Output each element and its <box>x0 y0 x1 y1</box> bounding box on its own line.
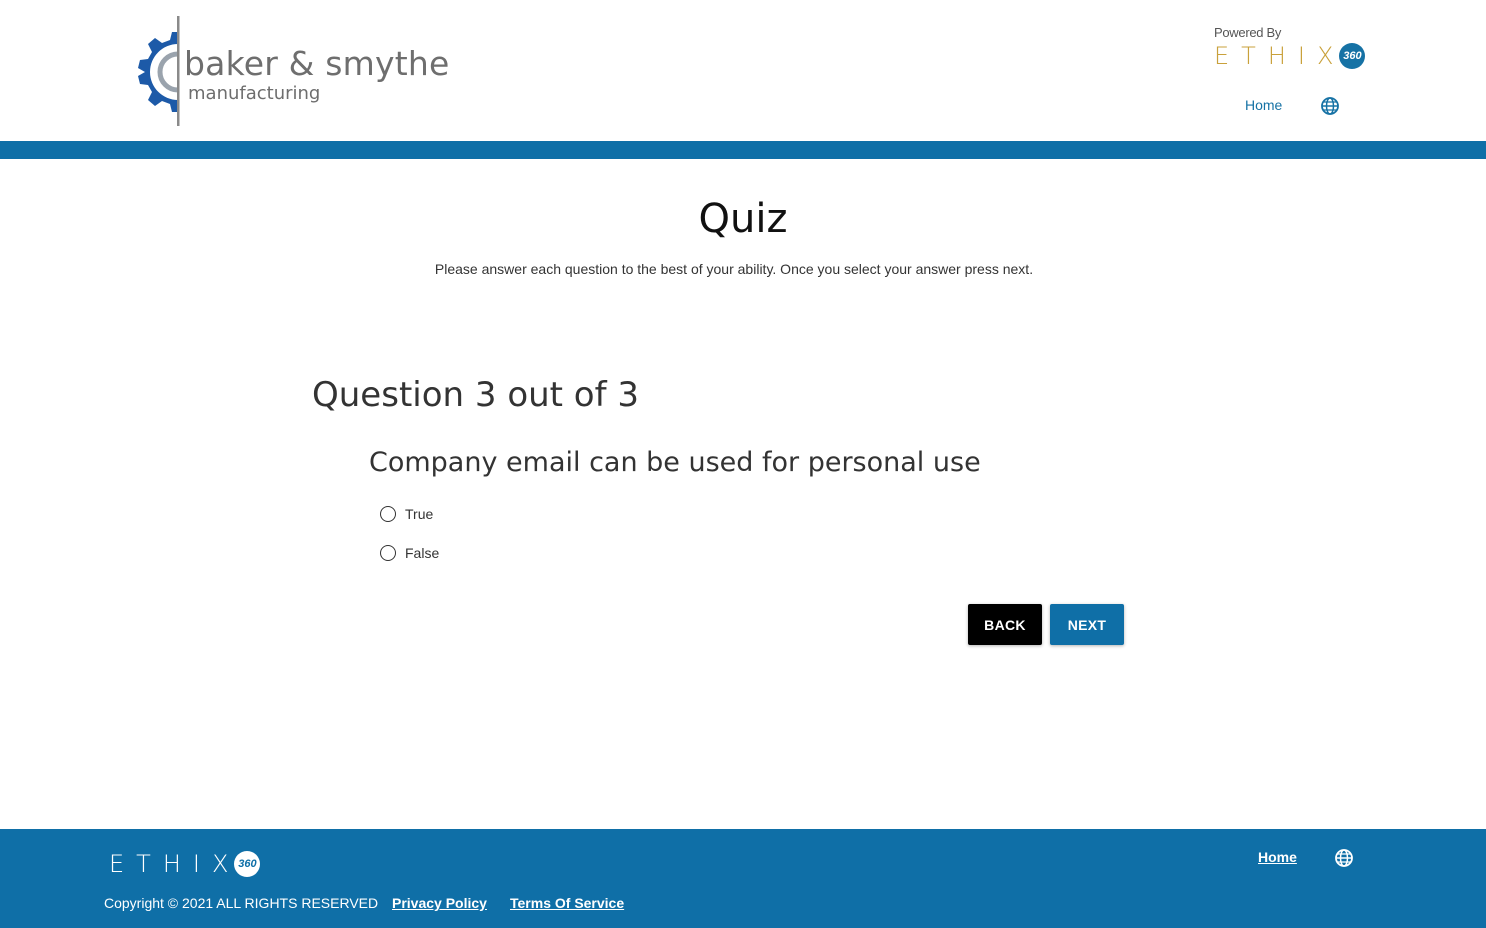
footer-ethix-360-badge: 360 <box>234 851 261 877</box>
question-progress-heading: Question 3 out of 3 <box>312 375 640 415</box>
ethix-360-badge: 360 <box>1339 43 1366 69</box>
ethix-wordmark: ETHIX <box>1214 42 1346 70</box>
site-header: baker & smythe manufacturing Powered By … <box>0 0 1486 141</box>
radio-true[interactable] <box>380 506 396 522</box>
answer-option-false[interactable]: False <box>380 545 439 561</box>
next-button[interactable]: NEXT <box>1050 604 1124 645</box>
brand-subtitle: manufacturing <box>188 83 321 104</box>
answer-label-false: False <box>405 545 440 561</box>
terms-of-service-link[interactable]: Terms Of Service <box>510 895 624 911</box>
answer-label-true: True <box>405 506 434 522</box>
header-accent-bar <box>0 141 1486 159</box>
globe-icon[interactable] <box>1320 96 1340 116</box>
page-title: Quiz <box>698 196 788 242</box>
ethix360-logo: ETHIX 360 <box>1214 40 1366 72</box>
copyright-text: Copyright © 2021 ALL RIGHTS RESERVED <box>104 895 379 911</box>
answer-option-true[interactable]: True <box>380 506 433 522</box>
powered-by-label: Powered By <box>1214 25 1282 40</box>
gear-logo-icon <box>138 16 180 126</box>
footer-ethix-wordmark: ETHIX <box>109 850 241 878</box>
brand-name: baker & smythe <box>184 44 450 83</box>
privacy-policy-link[interactable]: Privacy Policy <box>392 895 487 911</box>
footer-ethix360-logo: ETHIX 360 <box>109 850 261 878</box>
quiz-instructions: Please answer each question to the best … <box>434 261 1034 277</box>
footer-home-link[interactable]: Home <box>1258 849 1297 865</box>
question-text: Company email can be used for personal u… <box>369 447 981 478</box>
nav-home-link[interactable]: Home <box>1245 97 1282 113</box>
site-footer: ETHIX 360 Copyright © 2021 ALL RIGHTS RE… <box>0 829 1486 928</box>
company-logo[interactable]: baker & smythe manufacturing <box>120 14 450 128</box>
radio-false[interactable] <box>380 545 396 561</box>
footer-globe-icon[interactable] <box>1334 848 1354 868</box>
back-button[interactable]: BACK <box>968 604 1042 645</box>
